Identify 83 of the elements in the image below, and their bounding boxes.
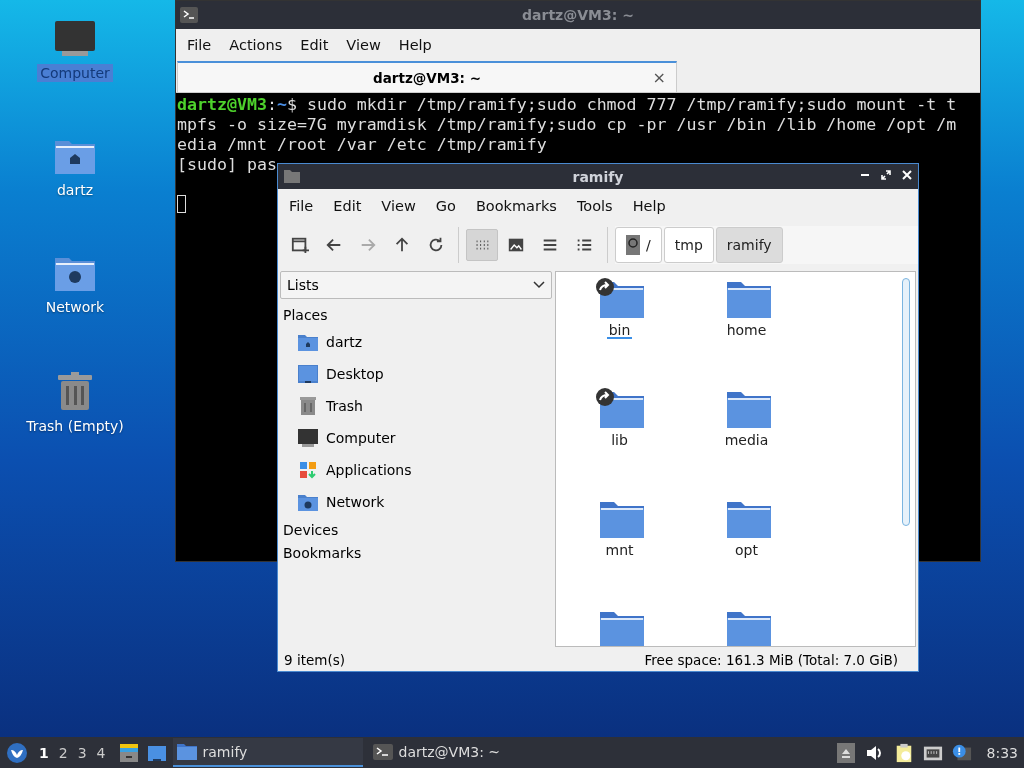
sidebar-item-label: Applications [326, 462, 412, 478]
menu-item[interactable]: Actions [220, 37, 292, 53]
sidebar-item-label: Desktop [326, 366, 384, 382]
chevron-down-icon [533, 281, 545, 289]
notification-icon[interactable] [951, 742, 972, 763]
sidebar-item-label: Network [326, 494, 385, 510]
terminal-icon [180, 7, 198, 23]
terminal-tab[interactable]: dartz@VM3: ~ × [177, 61, 677, 92]
drive-icon [626, 235, 641, 255]
path-button[interactable]: ramify [715, 227, 783, 263]
terminal-line: mpfs -o size=7G myramdisk /tmp/ramify;sudo cp -pr /usr /bin /lib /home /opt /m [177, 115, 958, 135]
workspace-button[interactable]: 2 [53, 744, 73, 761]
menu-item[interactable]: Go [426, 198, 465, 214]
terminal-line: [sudo] pas [177, 155, 278, 175]
section-header[interactable]: Devices [280, 518, 552, 541]
status-text: 9 item(s) [284, 652, 345, 668]
terminal-icon [372, 743, 393, 760]
task-button[interactable]: dartz@VM3: ~ [368, 738, 559, 767]
thumbnails-icon [507, 236, 526, 254]
desktop-icon-label[interactable]: Trash (Empty) [23, 417, 127, 435]
monitor-icon [298, 429, 318, 447]
menu-item[interactable]: View [372, 198, 425, 214]
sidebar-item[interactable]: Network [280, 486, 552, 518]
menu-item[interactable]: Bookmarks [466, 198, 566, 214]
clock[interactable]: 8:33 [986, 744, 1018, 761]
sidebar-item-label: Trash [326, 398, 363, 414]
desktop-icon [298, 365, 318, 383]
file-name[interactable]: lib [609, 432, 630, 449]
menu-item[interactable]: Edit [291, 37, 338, 53]
file-name[interactable]: home [724, 322, 769, 339]
workspace-button[interactable]: 4 [91, 744, 111, 761]
folder-icon [176, 743, 197, 760]
section-header[interactable]: Bookmarks [280, 541, 552, 564]
monitor-icon [54, 20, 96, 58]
folder-shortcut-icon[interactable] [593, 388, 646, 428]
path-button[interactable]: tmp [663, 227, 714, 263]
window-title: dartz@VM3: ~ [522, 7, 634, 23]
menu-item[interactable]: File [280, 198, 323, 214]
applications-icon [298, 461, 318, 479]
sidebar-item[interactable]: Desktop [280, 358, 552, 390]
sidebar-item[interactable]: Applications [280, 454, 552, 486]
menu-item[interactable]: Help [623, 198, 675, 214]
sidebar-item-label: dartz [326, 334, 363, 350]
workspace-button[interactable]: 3 [72, 744, 92, 761]
close-tab-button[interactable]: × [652, 68, 666, 87]
file-name[interactable]: opt [733, 542, 760, 559]
file-name[interactable]: bin [606, 322, 633, 339]
file-cabinet-icon[interactable] [118, 742, 139, 763]
eject-icon[interactable] [835, 742, 856, 763]
desktop-icon-label[interactable]: dartz [53, 181, 97, 199]
path-button[interactable]: / [615, 227, 662, 263]
network-folder-icon [298, 493, 318, 511]
sidebar-item-label: Computer [326, 430, 396, 446]
menu-item[interactable]: File [178, 37, 221, 53]
file-name[interactable]: media [722, 432, 771, 449]
window-title: ramify [572, 168, 624, 185]
folder-icon [284, 169, 300, 183]
close-icon[interactable] [902, 170, 912, 180]
workspace-button[interactable]: 1 [34, 744, 54, 761]
back-icon [324, 236, 343, 254]
start-menu-icon[interactable] [6, 741, 28, 764]
menu-item[interactable]: Edit [324, 198, 371, 214]
menu-item[interactable]: Help [389, 37, 441, 53]
restore-icon[interactable] [881, 170, 891, 180]
scrollbar[interactable] [902, 278, 910, 526]
section-header[interactable]: Places [280, 303, 552, 326]
status-text: Free space: 161.3 MiB (Total: 7.0 GiB) [644, 652, 898, 668]
menu-item[interactable]: Tools [567, 198, 622, 214]
menu-item[interactable]: View [337, 37, 390, 53]
sidebar-item[interactable]: dartz [280, 326, 552, 358]
file-name[interactable]: mnt [603, 542, 636, 559]
task-button[interactable]: ramify [172, 738, 363, 767]
terminal-line: dartz@VM3:~$ sudo mkdir /tmp/ramify;sudo chmod 777 /tmp/ramify;sudo mount -t t [177, 95, 958, 115]
sidebar-item[interactable]: Trash [280, 390, 552, 422]
sidebar-item[interactable]: Computer [280, 422, 552, 454]
home-folder-icon [298, 333, 318, 351]
side-pane-dropdown[interactable]: Lists [280, 271, 552, 299]
terminal-line: edia /mnt /root /var /etc /tmp/ramify [177, 135, 548, 155]
text-cursor [177, 195, 186, 213]
trash-icon [298, 397, 318, 415]
desktop-icon-label[interactable]: Network [42, 298, 108, 316]
new-window-icon [290, 236, 309, 254]
folder-shortcut-icon[interactable] [593, 278, 646, 318]
